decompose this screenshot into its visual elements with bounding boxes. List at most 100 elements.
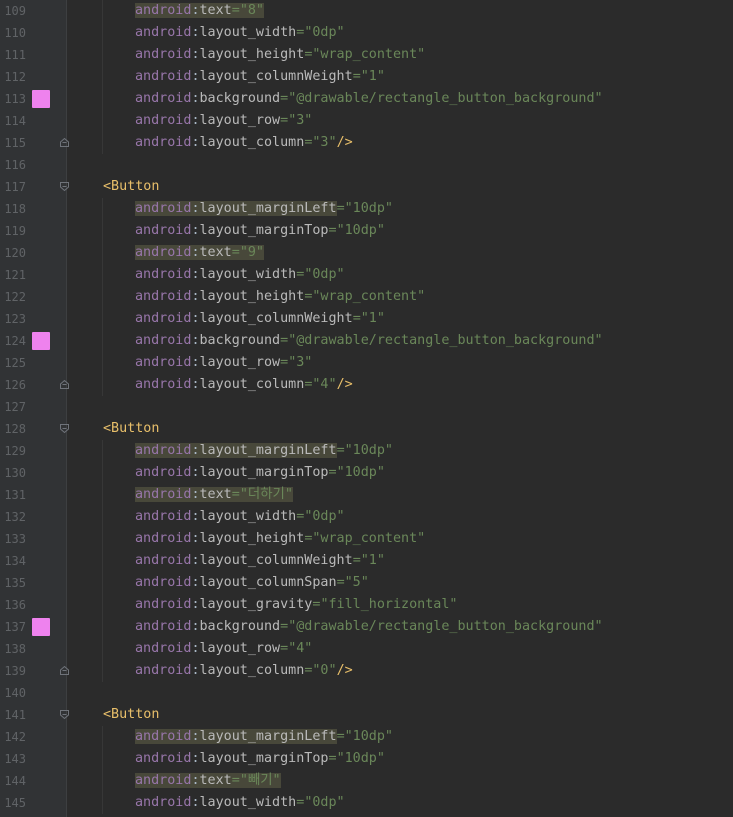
color-swatch-icon[interactable] (32, 90, 50, 108)
code-text[interactable]: android:layout_columnWeight="1" (135, 308, 385, 330)
code-line[interactable]: 140 (0, 682, 733, 704)
code-text[interactable]: android:layout_column="3"/> (135, 132, 353, 154)
code-line[interactable]: 112 android:layout_columnWeight="1" (0, 66, 733, 88)
indent-guide (102, 726, 103, 814)
xml-namespace: android (135, 575, 192, 590)
code-line[interactable]: 118 android:layout_marginLeft="10dp" (0, 198, 733, 220)
code-line[interactable]: 116 (0, 154, 733, 176)
code-line[interactable]: 110 android:layout_width="0dp" (0, 22, 733, 44)
code-line[interactable]: 111 android:layout_height="wrap_content" (0, 44, 733, 66)
fold-start-icon[interactable] (60, 182, 69, 191)
code-text[interactable]: android:layout_height="wrap_content" (135, 44, 425, 66)
xml-namespace: android (135, 773, 192, 788)
code-text[interactable]: <Button (103, 418, 159, 440)
colon: : (191, 245, 200, 260)
code-line[interactable]: 138 android:layout_row="4" (0, 638, 733, 660)
code-text[interactable]: android:text="8" (135, 0, 264, 22)
code-text[interactable]: android:layout_width="0dp" (135, 792, 345, 814)
code-text[interactable]: android:layout_marginLeft="10dp" (135, 726, 393, 748)
code-text[interactable]: android:layout_marginTop="10dp" (135, 220, 385, 242)
code-text[interactable]: android:layout_marginTop="10dp" (135, 462, 385, 484)
code-text[interactable]: android:text="9" (135, 242, 264, 264)
code-line[interactable]: 143 android:layout_marginTop="10dp" (0, 748, 733, 770)
code-line[interactable]: 142 android:layout_marginLeft="10dp" (0, 726, 733, 748)
code-line[interactable]: 127 (0, 396, 733, 418)
code-text[interactable]: android:background="@drawable/rectangle_… (135, 88, 603, 110)
code-text[interactable]: android:background="@drawable/rectangle_… (135, 330, 603, 352)
line-number: 144 (4, 774, 26, 788)
xml-value: "0dp" (304, 25, 345, 40)
code-line[interactable]: 130 android:layout_marginTop="10dp" (0, 462, 733, 484)
code-editor[interactable]: 109 android:text="8" 110 android:layout_wid… (0, 0, 733, 817)
xml-attribute: text (199, 245, 232, 260)
code-text[interactable]: android:layout_columnWeight="1" (135, 550, 385, 572)
code-line[interactable]: 129 android:layout_marginLeft="10dp" (0, 440, 733, 462)
color-swatch-icon[interactable] (32, 618, 50, 636)
code-text[interactable]: android:layout_marginLeft="10dp" (135, 198, 393, 220)
code-line[interactable]: 125 android:layout_row="3" (0, 352, 733, 374)
code-text[interactable]: android:layout_column="0"/> (135, 660, 353, 682)
line-number: 134 (4, 554, 26, 568)
code-line[interactable]: 128 <Button (0, 418, 733, 440)
code-line[interactable]: 132 android:layout_width="0dp" (0, 506, 733, 528)
code-line[interactable]: 137 android:background="@drawable/rectang… (0, 616, 733, 638)
colon: : (191, 333, 200, 348)
line-number: 130 (4, 466, 26, 480)
code-text[interactable]: <Button (103, 704, 159, 726)
tag-close: /> (336, 377, 353, 392)
code-text[interactable]: android:layout_row="3" (135, 352, 312, 374)
fold-start-icon[interactable] (60, 424, 69, 433)
line-number: 140 (4, 686, 26, 700)
code-text[interactable]: android:layout_row="3" (135, 110, 312, 132)
fold-end-icon[interactable] (60, 138, 69, 147)
color-swatch-icon[interactable] (32, 332, 50, 350)
code-text[interactable]: android:layout_columnSpan="5" (135, 572, 369, 594)
fold-end-icon[interactable] (60, 666, 69, 675)
code-line[interactable]: 145 android:layout_width="0dp" (0, 792, 733, 814)
code-line[interactable]: 115 android:layout_column="3"/> (0, 132, 733, 154)
code-line[interactable]: 139 android:layout_column="0"/> (0, 660, 733, 682)
code-line[interactable]: 122 android:layout_height="wrap_content" (0, 286, 733, 308)
code-text[interactable]: android:layout_marginTop="10dp" (135, 748, 385, 770)
fold-end-icon[interactable] (60, 380, 69, 389)
code-text[interactable]: android:layout_height="wrap_content" (135, 528, 425, 550)
xml-namespace: android (135, 355, 192, 370)
code-text[interactable]: android:layout_column="4"/> (135, 374, 353, 396)
xml-value: "더하기" (239, 487, 293, 502)
xml-namespace: android (135, 333, 192, 348)
code-line[interactable]: 121 android:layout_width="0dp" (0, 264, 733, 286)
code-text[interactable]: android:layout_width="0dp" (135, 506, 345, 528)
code-line[interactable]: 114 android:layout_row="3" (0, 110, 733, 132)
code-text[interactable]: android:background="@drawable/rectangle_… (135, 616, 603, 638)
code-text[interactable]: android:layout_columnWeight="1" (135, 66, 385, 88)
code-line[interactable]: 136 android:layout_gravity="fill_horizont… (0, 594, 733, 616)
xml-namespace: android (135, 113, 192, 128)
code-line[interactable]: 131 android:text="더하기" (0, 484, 733, 506)
code-line[interactable]: 120 android:text="9" (0, 242, 733, 264)
code-line[interactable]: 109 android:text="8" (0, 0, 733, 22)
code-line[interactable]: 119 android:layout_marginTop="10dp" (0, 220, 733, 242)
tag-close: /> (336, 663, 353, 678)
code-line[interactable]: 117 <Button (0, 176, 733, 198)
fold-start-icon[interactable] (60, 710, 69, 719)
code-line[interactable]: 126 android:layout_column="4"/> (0, 374, 733, 396)
code-line[interactable]: 134 android:layout_columnWeight="1" (0, 550, 733, 572)
code-line[interactable]: 141 <Button (0, 704, 733, 726)
code-line[interactable]: 113 android:background="@drawable/rectang… (0, 88, 733, 110)
code-line[interactable]: 133 android:layout_height="wrap_content" (0, 528, 733, 550)
code-text[interactable]: android:text="빼기" (135, 770, 281, 792)
code-text[interactable]: android:text="더하기" (135, 484, 293, 506)
equals-sign: = (352, 69, 361, 84)
equals-sign: = (352, 553, 361, 568)
code-text[interactable]: <Button (103, 176, 159, 198)
code-text[interactable]: android:layout_height="wrap_content" (135, 286, 425, 308)
code-text[interactable]: android:layout_width="0dp" (135, 22, 345, 44)
code-text[interactable]: android:layout_row="4" (135, 638, 312, 660)
code-line[interactable]: 144 android:text="빼기" (0, 770, 733, 792)
code-line[interactable]: 135 android:layout_columnSpan="5" (0, 572, 733, 594)
code-line[interactable]: 124 android:background="@drawable/rectang… (0, 330, 733, 352)
code-text[interactable]: android:layout_gravity="fill_horizontal" (135, 594, 458, 616)
code-text[interactable]: android:layout_marginLeft="10dp" (135, 440, 393, 462)
code-line[interactable]: 123 android:layout_columnWeight="1" (0, 308, 733, 330)
code-text[interactable]: android:layout_width="0dp" (135, 264, 345, 286)
